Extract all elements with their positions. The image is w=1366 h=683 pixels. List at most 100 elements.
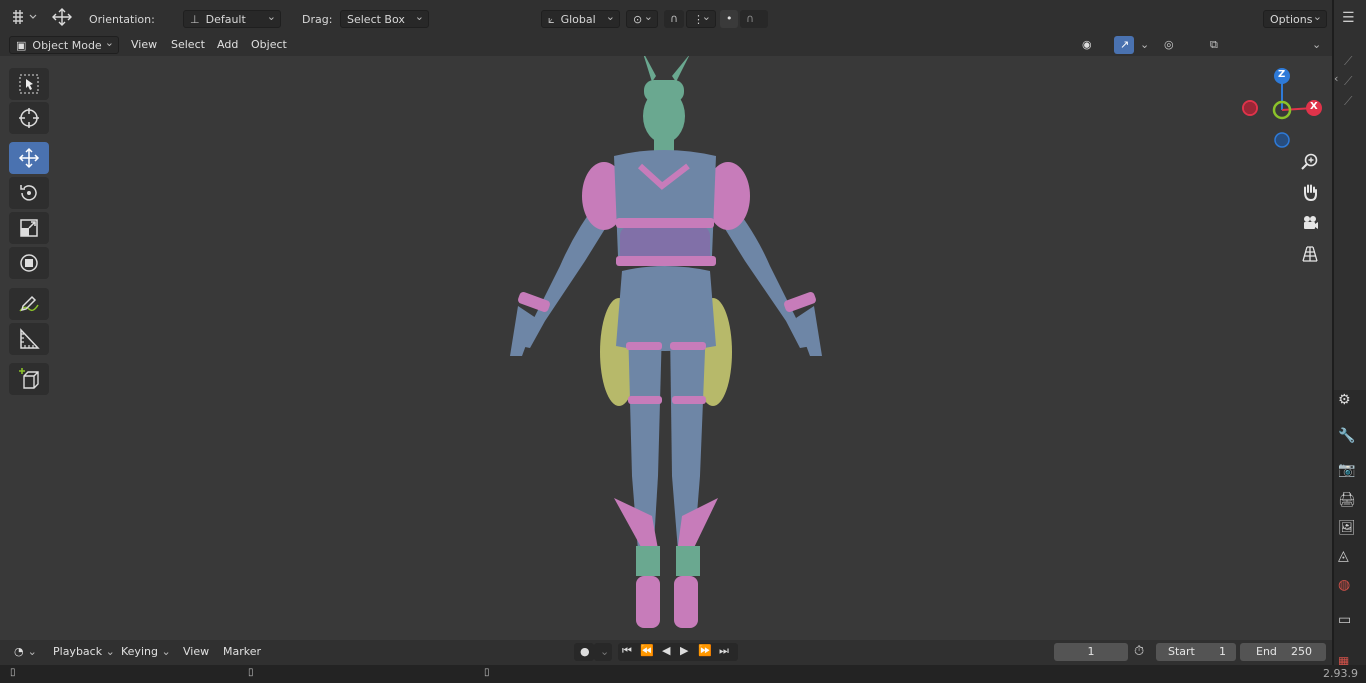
properties-toggle-icon[interactable]: ⚙ (1338, 392, 1362, 414)
timeline-editor-type[interactable]: ◔ ⌄ (8, 643, 40, 661)
play-icon[interactable]: ▶ (680, 644, 688, 657)
proportional-edit-icon: • (726, 12, 733, 25)
navigation-gizmo[interactable]: Z X (1240, 68, 1328, 148)
clock-icon: ◔ (14, 645, 24, 658)
end-value: 250 (1291, 645, 1312, 658)
jump-end-icon[interactable]: ⏭ (719, 644, 729, 658)
move-arrows-icon (18, 147, 40, 169)
tool-cursor[interactable] (9, 102, 49, 134)
playback-label: Playback (53, 645, 103, 658)
status-bar: ▯ ▯ ▯ 2.93.9 (0, 665, 1366, 683)
pin-icon: ⟋ (1344, 94, 1353, 108)
gizmo-toggle[interactable]: ↗ (1114, 36, 1134, 54)
shading-dropdown[interactable]: ⌄ (1306, 36, 1322, 54)
gizmo-dropdown[interactable]: ⌄ (1134, 36, 1150, 54)
crosshair-cursor-icon (19, 108, 39, 128)
tool-measure[interactable] (9, 323, 49, 355)
eye-icon: ◉ (1082, 38, 1092, 51)
tool-select-box[interactable] (9, 68, 49, 100)
object-mode-dropdown[interactable]: ▣ Object Mode (9, 34, 119, 54)
move-tool-icon (50, 7, 74, 27)
camera-view-button[interactable] (1296, 209, 1324, 237)
view-layer-icon[interactable]: 🖼 (1338, 520, 1362, 542)
menu-timeline-view[interactable]: View (178, 643, 214, 661)
grid-perspective-icon (1302, 246, 1318, 262)
pencil-annotate-icon (19, 295, 39, 312)
hand-icon (1304, 184, 1317, 202)
output-properties-icon[interactable]: 🖨 (1338, 492, 1362, 514)
pivot-icon: ⊙ (633, 13, 643, 26)
mouse-middle-icon: ▯ (248, 667, 254, 678)
auto-keying-toggle[interactable]: ● (574, 643, 594, 661)
stopwatch-icon[interactable]: ⏱ (1134, 644, 1152, 662)
overlays-toggle[interactable]: ◎ (1158, 36, 1178, 54)
pin-icon: ⟋ (1344, 74, 1353, 88)
menu-playback[interactable]: Playback ⌄ (48, 643, 120, 661)
keying-set-dropdown[interactable]: ⌄ (594, 643, 612, 661)
prev-keyframe-icon[interactable]: ⏪ (640, 644, 654, 657)
collection-properties-icon[interactable]: ▭ (1338, 612, 1362, 634)
tool-annotate[interactable] (9, 288, 49, 320)
tool-scale[interactable] (9, 212, 49, 244)
collapsed-panel-arrow-icon[interactable]: ‹ (1334, 72, 1342, 88)
options-dropdown[interactable]: Options (1263, 8, 1327, 28)
jump-start-icon[interactable]: ⏮ (622, 644, 632, 658)
transform-space-dropdown[interactable]: ⟀ Global (541, 8, 620, 28)
drag-value: Select Box (347, 13, 405, 26)
pivot-point-dropdown[interactable]: ⊙ (626, 8, 658, 28)
scene-properties-icon[interactable]: ◬ (1338, 548, 1362, 570)
proportional-edit-toggle[interactable]: • (720, 10, 738, 28)
tool-rotate[interactable] (9, 177, 49, 209)
gizmo-z-label: Z (1278, 69, 1286, 80)
chevron-down-icon: ⌄ (600, 645, 610, 658)
snap-toggle[interactable]: ∩ (664, 10, 684, 28)
object-mode-icon: ▣ (16, 39, 27, 52)
tool-transform[interactable] (9, 247, 49, 279)
menu-view[interactable]: View (126, 36, 162, 54)
tool-move[interactable] (9, 142, 49, 174)
visibility-dropdown[interactable]: ◉ (1076, 36, 1108, 54)
outliner-toggle-icon[interactable]: ☰ (1342, 10, 1362, 30)
camera-icon (1304, 216, 1318, 229)
render-properties-icon[interactable]: 📷 (1338, 462, 1362, 484)
drag-dropdown[interactable]: Select Box (340, 8, 429, 28)
orientation-dropdown[interactable]: ⊥ Default (183, 8, 281, 28)
mouse-left-icon: ▯ (10, 667, 16, 678)
menu-marker[interactable]: Marker (218, 643, 266, 661)
current-frame-field[interactable]: 1 (1054, 643, 1128, 661)
3d-viewport[interactable]: Z X (0, 56, 1332, 640)
orientation-icon: ⊥ (190, 13, 200, 26)
character-model[interactable] (0, 56, 1332, 640)
menu-select[interactable]: Select (166, 36, 210, 54)
object-mode-label: Object Mode (32, 39, 102, 52)
chevron-down-icon: ⌄ (1140, 38, 1150, 51)
orientation-label: Orientation: (89, 13, 155, 26)
world-properties-icon[interactable]: ◍ (1338, 577, 1362, 599)
next-keyframe-icon[interactable]: ⏩ (698, 644, 712, 657)
falloff-dropdown[interactable]: ∩ (740, 10, 768, 28)
gizmo-icon: ↗ (1120, 38, 1130, 51)
cursor-select-icon (19, 74, 39, 94)
editor-type-icon[interactable] (10, 8, 38, 26)
end-frame-field[interactable]: End 250 (1240, 643, 1326, 661)
current-frame-value: 1 (1087, 645, 1095, 658)
zoom-button[interactable] (1296, 148, 1324, 176)
add-cube-icon (19, 368, 39, 389)
menu-object[interactable]: Object (246, 36, 292, 54)
viewport-header: ▣Object Mode View Select Add Object ◉ ↗ … (0, 34, 1332, 89)
start-value: 1 (1219, 645, 1226, 658)
pan-button[interactable] (1296, 178, 1324, 206)
perspective-toggle-button[interactable] (1296, 240, 1324, 268)
chevron-down-icon: ⌄ (1312, 38, 1322, 51)
ruler-measure-icon (20, 328, 40, 349)
menu-keying[interactable]: Keying ⌄ (116, 643, 176, 661)
xray-toggle[interactable]: ⧉ (1204, 36, 1224, 54)
scale-icon (20, 219, 38, 237)
start-frame-field[interactable]: Start 1 (1156, 643, 1236, 661)
snap-target-dropdown[interactable]: ⋮ (686, 8, 716, 28)
menu-add[interactable]: Add (212, 36, 243, 54)
tool-add-cube[interactable] (9, 363, 49, 395)
play-reverse-icon[interactable]: ◀ (662, 644, 670, 657)
magnet-icon: ∩ (670, 12, 679, 25)
tool-settings-icon[interactable]: 🔧 (1338, 428, 1362, 450)
